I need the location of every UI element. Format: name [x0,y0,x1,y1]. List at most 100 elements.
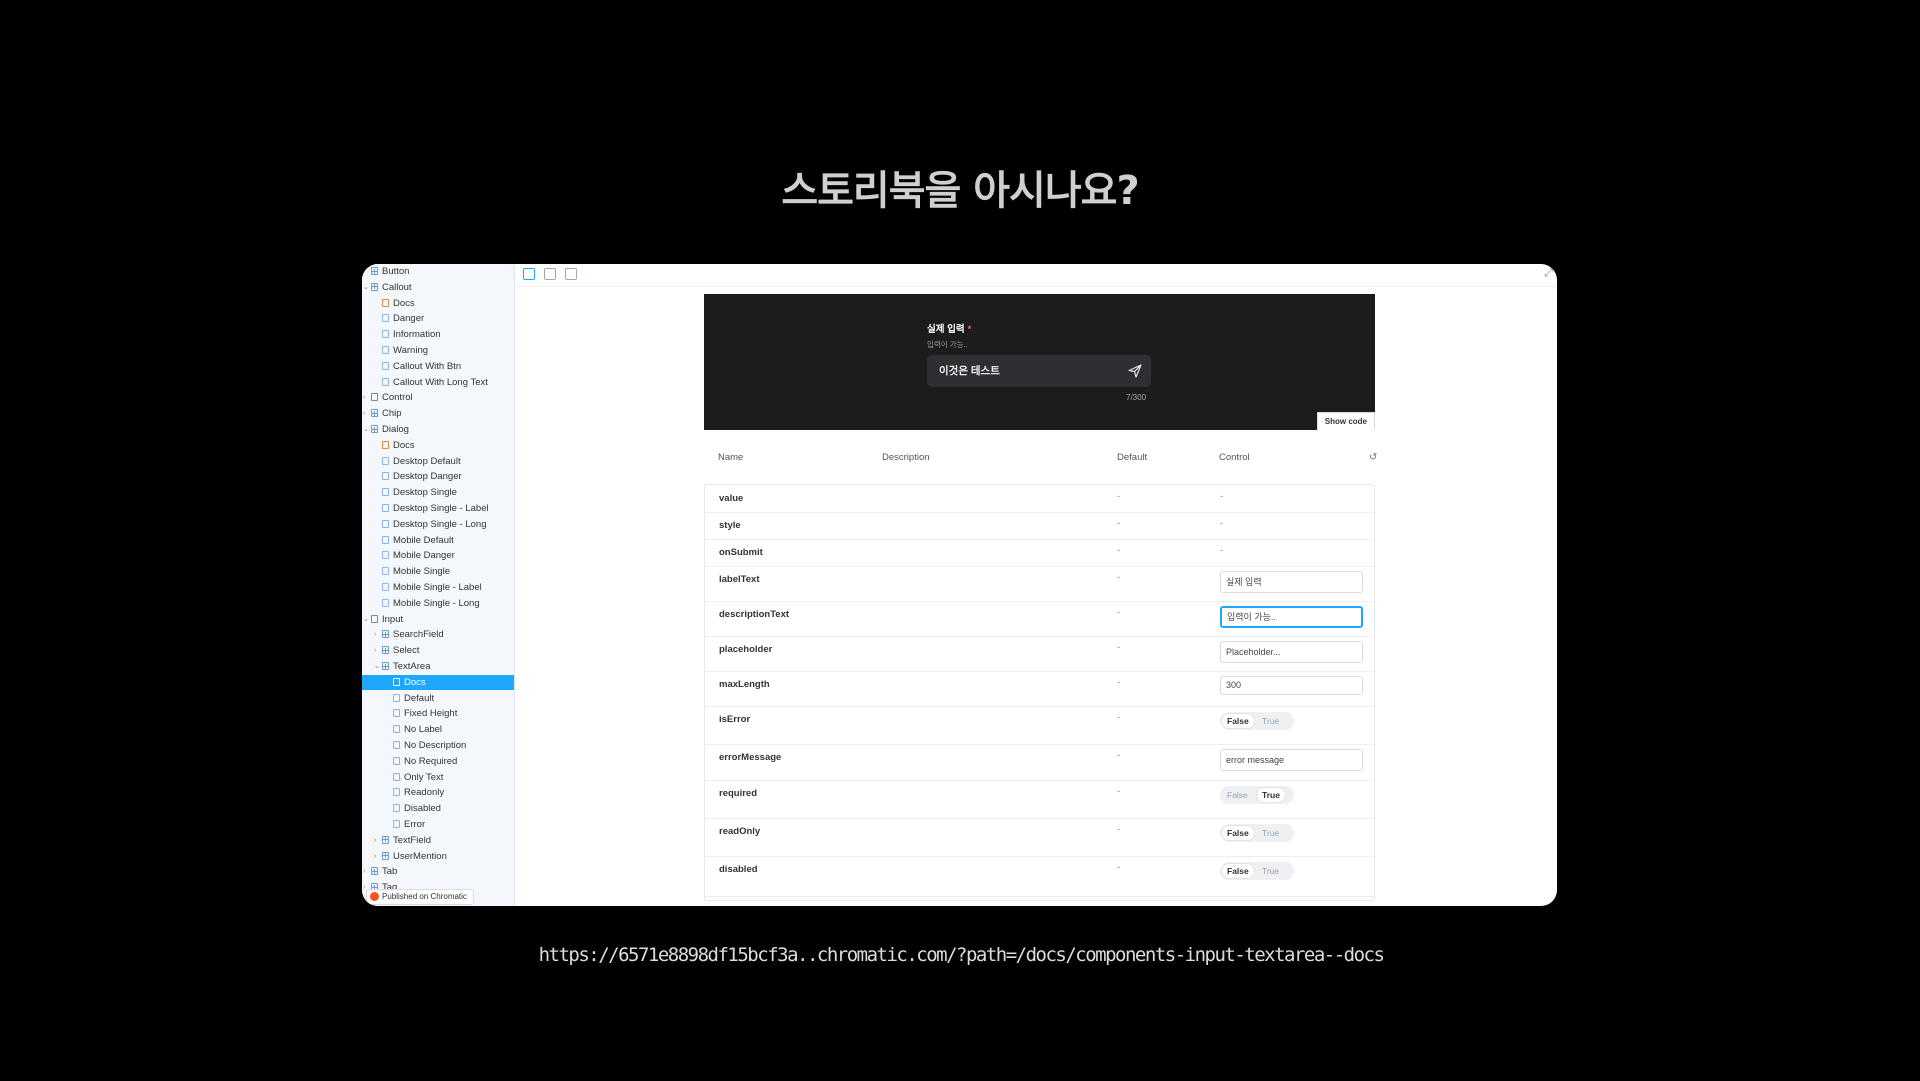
sidebar-item-tab[interactable]: › Tab [362,864,514,879]
sidebar-item-label: Error [404,819,426,830]
textarea-value: 이것은 테스트 [939,365,1000,377]
story-icon [393,756,400,765]
sidebar-item-desktop-danger[interactable]: Desktop Danger [362,469,514,484]
sidebar-item-control[interactable]: › Control [362,390,514,405]
chevron-right-icon[interactable]: › [374,849,380,864]
sidebar-item-docs[interactable]: Docs [362,438,514,453]
sidebar-item-danger[interactable]: Danger [362,311,514,326]
sidebar-item-no-description[interactable]: No Description [362,738,514,753]
arg-default: - [1117,572,1121,583]
chevron-down-icon[interactable]: ⌄ [363,612,369,627]
sidebar-item-mobile-default[interactable]: Mobile Default [362,533,514,548]
sidebar-item-usermention[interactable]: › UserMention [362,849,514,864]
sidebar-item-callout[interactable]: ⌄ Callout [362,280,514,295]
sidebar-item-default[interactable]: Default [362,691,514,706]
chevron-right-icon[interactable]: › [374,833,380,848]
chevron-right-icon[interactable]: › [363,406,369,421]
sidebar-item-button[interactable]: › Button [362,264,514,279]
sidebar-item-information[interactable]: Information [362,327,514,342]
fullscreen-icon[interactable]: ⤢ [1544,267,1553,280]
grid-icon[interactable] [544,268,556,280]
sidebar-item-error[interactable]: Error [362,817,514,832]
boolean-toggle[interactable]: False True [1220,862,1294,880]
sidebar-item-readonly[interactable]: Readonly [362,785,514,800]
reset-icon[interactable]: ↺ [1369,452,1377,463]
chevron-right-icon[interactable]: › [363,864,369,879]
sidebar-item-mobile-single-long[interactable]: Mobile Single - Long [362,596,514,611]
story-icon [382,361,389,370]
textarea-label: 실제 입력 * [927,324,972,335]
boolean-toggle[interactable]: False True [1220,712,1294,730]
story-icon [382,535,389,544]
sidebar-item-callout-with-long-text[interactable]: Callout With Long Text [362,375,514,390]
sidebar-item-label: No Description [404,740,467,751]
sidebar-item-chip[interactable]: › Chip [362,406,514,421]
arg-default: - [1117,518,1121,529]
sidebar-item-only-text[interactable]: Only Text [362,770,514,785]
sidebar-item-desktop-single-long[interactable]: Desktop Single - Long [362,517,514,532]
sidebar-item-fixed-height[interactable]: Fixed Height [362,706,514,721]
sidebar-item-select[interactable]: › Select [362,643,514,658]
send-icon[interactable] [1128,364,1142,378]
sidebar-item-no-required[interactable]: No Required [362,754,514,769]
sidebar-item-callout-with-btn[interactable]: Callout With Btn [362,359,514,374]
chevron-right-icon[interactable]: › [363,264,369,279]
sidebar-item-desktop-single-label[interactable]: Desktop Single - Label [362,501,514,516]
toggle-false-option[interactable]: False [1222,864,1254,878]
toggle-false-option[interactable]: False [1222,714,1254,728]
zoom-in-icon[interactable] [523,268,535,280]
chevron-right-icon[interactable]: › [374,643,380,658]
textarea-input[interactable]: 이것은 테스트 [927,355,1151,387]
toggle-true-option[interactable]: True [1257,864,1284,878]
sidebar-item-desktop-single[interactable]: Desktop Single [362,485,514,500]
chevron-down-icon[interactable]: ⌄ [363,280,369,295]
viewport-icon[interactable] [565,268,577,280]
chevron-right-icon[interactable]: › [363,390,369,405]
story-icon [382,598,389,607]
chevron-down-icon[interactable]: ⌄ [363,422,369,437]
sidebar-item-disabled[interactable]: Disabled [362,801,514,816]
chromatic-logo-icon [370,892,379,901]
arg-name: maxLength [719,679,770,690]
chevron-down-icon[interactable]: ⌄ [374,659,380,674]
sidebar-item-label: No Label [404,724,443,736]
sidebar-item-desktop-default[interactable]: Desktop Default [362,454,514,469]
sidebar-item-textarea[interactable]: ⌄ TextArea [362,659,514,674]
sidebar-item-mobile-single-label[interactable]: Mobile Single - Label [362,580,514,595]
textarea-description: 입력이 가능.. [927,340,968,349]
sidebar-item-input[interactable]: ⌄ Input [362,612,514,627]
text-input[interactable]: 입력이 가능.. [1220,606,1363,628]
sidebar-item-mobile-single[interactable]: Mobile Single [362,564,514,579]
sidebar-item-label: Select [393,645,420,657]
story-icon [393,788,400,797]
text-input[interactable]: error message [1220,749,1363,771]
arg-row-maxlength: maxLength - 300 [705,671,1374,707]
sidebar-item-mobile-danger[interactable]: Mobile Danger [362,548,514,563]
text-input[interactable]: Placeholder... [1220,641,1363,663]
sidebar-item-label: Callout With Long Text [393,376,488,388]
toggle-true-option[interactable]: True [1257,826,1284,840]
sidebar-item-searchfield[interactable]: › SearchField [362,627,514,642]
sidebar-item-label: Dialog [382,424,409,435]
text-input[interactable]: 실제 입력 [1220,571,1363,593]
toggle-true-option[interactable]: True [1257,788,1285,802]
boolean-toggle[interactable]: False True [1220,786,1294,804]
chevron-right-icon[interactable]: › [374,627,380,642]
toggle-false-option[interactable]: False [1222,788,1253,802]
show-code-button[interactable]: Show code [1316,412,1375,430]
sidebar-item-warning[interactable]: Warning [362,343,514,358]
required-mark: * [967,324,972,335]
sidebar-item-textfield[interactable]: › TextField [362,833,514,848]
story-icon [382,314,389,323]
story-icon [393,709,400,718]
sidebar-item-docs[interactable]: Docs [362,674,514,690]
arg-default: - [1117,642,1121,653]
toggle-false-option[interactable]: False [1222,826,1254,840]
number-input[interactable]: 300 [1220,676,1363,695]
sidebar-item-docs[interactable]: Docs [362,296,514,311]
chromatic-badge[interactable]: Published on Chromatic [366,889,474,905]
boolean-toggle[interactable]: False True [1220,824,1294,842]
toggle-true-option[interactable]: True [1257,714,1284,728]
sidebar-item-dialog[interactable]: ⌄ Dialog [362,422,514,437]
sidebar-item-no-label[interactable]: No Label [362,722,514,737]
